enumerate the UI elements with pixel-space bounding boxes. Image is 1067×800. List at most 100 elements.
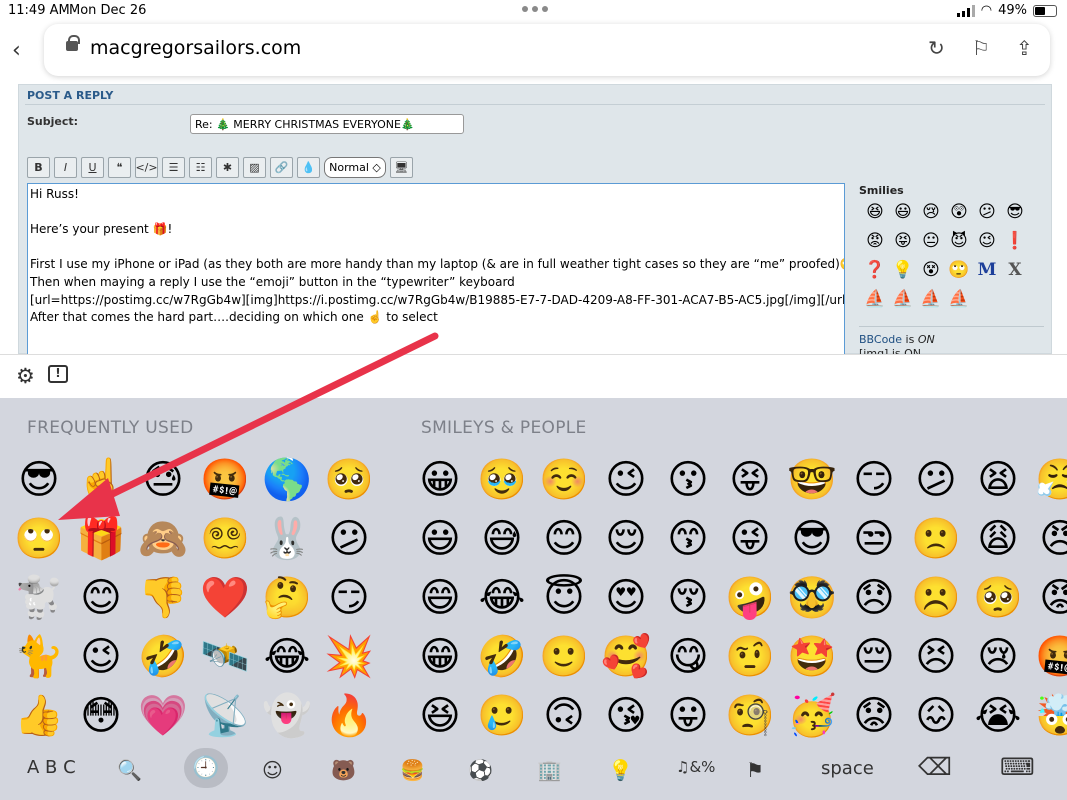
emoji-key[interactable]: 😒 [843, 509, 905, 568]
emoji-key[interactable]: 🤣 [132, 627, 194, 686]
emoji-key[interactable]: 😊 [70, 568, 132, 627]
smiley-item[interactable]: 😃 [889, 199, 917, 225]
feedback-icon[interactable]: ! [48, 365, 68, 383]
emoji-key[interactable]: 😆 [409, 686, 471, 745]
emoji-key[interactable]: 🥹 [471, 450, 533, 509]
emoji-key[interactable]: 😂 [471, 568, 533, 627]
recent-clock-icon[interactable]: 🕘 [184, 748, 228, 788]
emoji-key[interactable]: 🙁 [905, 509, 967, 568]
smiley-item[interactable]: 😕 [973, 199, 1001, 225]
emoji-key[interactable]: 🔥 [318, 686, 380, 745]
emoji-key[interactable]: 🤬 [1029, 627, 1067, 686]
font-color-button[interactable]: 💧 [297, 157, 320, 178]
emoji-key[interactable]: 😕 [905, 450, 967, 509]
emoji-key[interactable]: 🙈 [132, 509, 194, 568]
emoji-key[interactable]: 😋 [657, 627, 719, 686]
emoji-key[interactable]: 😚 [657, 568, 719, 627]
smiley-item[interactable]: 😡 [861, 228, 889, 254]
emoji-key[interactable]: 😠 [1029, 509, 1067, 568]
emoji-key[interactable]: 💗 [132, 686, 194, 745]
animals-category-icon[interactable]: 🐻 [331, 758, 356, 782]
emoji-key[interactable]: 😙 [657, 509, 719, 568]
smiley-item[interactable]: 😵 [917, 257, 945, 283]
smiley-item[interactable]: ❓ [861, 257, 889, 283]
url-text[interactable]: macgregorsailors.com [90, 37, 301, 59]
emoji-key[interactable]: 😌 [595, 509, 657, 568]
emoji-key[interactable]: 🥳 [781, 686, 843, 745]
symbols-category-icon[interactable]: ♫&% [676, 758, 715, 776]
smiley-item[interactable]: 😲 [945, 199, 973, 225]
back-chevron-icon[interactable]: ‹ [12, 38, 21, 63]
emoji-key[interactable]: 🙄 [8, 509, 70, 568]
subject-input[interactable]: Re: 🎄 MERRY CHRISTMAS EVERYONE🎄 [190, 114, 464, 134]
emoji-key[interactable]: 😃 [409, 509, 471, 568]
ordered-list-button[interactable]: ☷ [189, 157, 212, 178]
emoji-key[interactable]: 😝 [719, 450, 781, 509]
emoji-key[interactable]: 🤨 [719, 627, 781, 686]
bold-button[interactable]: B [27, 157, 50, 178]
smiley-item[interactable]: X [1001, 257, 1029, 283]
emoji-key[interactable]: 😞 [843, 568, 905, 627]
emoji-key[interactable]: ❤️ [194, 568, 256, 627]
share-icon[interactable]: ⇪ [1016, 36, 1033, 60]
link-button[interactable]: 🔗 [270, 157, 293, 178]
emoji-key[interactable]: 🥺 [318, 450, 380, 509]
emoji-key[interactable]: 🙂 [533, 627, 595, 686]
smiley-item[interactable]: ⛵ [889, 286, 917, 312]
emoji-key[interactable]: 😩 [967, 509, 1029, 568]
emoji-key[interactable]: 😇 [533, 568, 595, 627]
emoji-key[interactable]: 😓 [132, 450, 194, 509]
emoji-key[interactable]: 😗 [657, 450, 719, 509]
emoji-key[interactable]: 🤔 [256, 568, 318, 627]
emoji-key[interactable]: 😊 [533, 509, 595, 568]
emoji-key[interactable]: 📡 [194, 686, 256, 745]
emoji-key[interactable]: 😡 [1029, 568, 1067, 627]
smiley-item[interactable]: ⛵ [861, 286, 889, 312]
emoji-key[interactable]: 😳 [70, 686, 132, 745]
emoji-key[interactable]: ☺️ [533, 450, 595, 509]
emoji-key[interactable]: 😉 [595, 450, 657, 509]
list-button[interactable]: ☰ [162, 157, 185, 178]
preview-button[interactable]: 🖥 [390, 157, 413, 178]
emoji-key[interactable]: 🐩 [8, 568, 70, 627]
emoji-key[interactable]: 😘 [595, 686, 657, 745]
emoji-key[interactable]: 😫 [967, 450, 1029, 509]
emoji-key[interactable]: 😖 [905, 686, 967, 745]
emoji-key[interactable]: 😎 [781, 509, 843, 568]
objects-category-icon[interactable]: 💡 [608, 758, 633, 782]
smiley-item[interactable]: 😉 [973, 228, 1001, 254]
reload-icon[interactable]: ↻ [928, 36, 945, 60]
emoji-key[interactable]: 😤 [1029, 450, 1067, 509]
underline-button[interactable]: U [81, 157, 104, 178]
emoji-key[interactable]: 😂 [256, 627, 318, 686]
search-icon[interactable]: 🔍 [117, 758, 142, 782]
smiley-item[interactable]: 😝 [889, 228, 917, 254]
emoji-key[interactable]: ☹️ [905, 568, 967, 627]
emoji-key[interactable]: 😅 [471, 509, 533, 568]
emoji-key[interactable]: 🤯 [1029, 686, 1067, 745]
emoji-key[interactable]: 😣 [905, 627, 967, 686]
emoji-key[interactable]: 🌎 [256, 450, 318, 509]
emoji-key[interactable]: 😎 [8, 450, 70, 509]
emoji-key[interactable]: 🤓 [781, 450, 843, 509]
emoji-key[interactable]: 😵‍💫 [194, 509, 256, 568]
smiley-item[interactable]: ⛵ [945, 286, 973, 312]
emoji-key[interactable]: 🤬 [194, 450, 256, 509]
smiley-item[interactable]: 😆 [861, 199, 889, 225]
emoji-key[interactable]: 🧐 [719, 686, 781, 745]
emoji-key[interactable]: 😛 [657, 686, 719, 745]
emoji-key[interactable]: 🥸 [781, 568, 843, 627]
message-textarea[interactable]: Hi Russ! Here’s your present 🎁! First I us… [27, 183, 845, 355]
emoji-key[interactable]: 👎 [132, 568, 194, 627]
multitasking-dots-icon[interactable] [522, 6, 548, 12]
gear-icon[interactable]: ⚙ [16, 364, 35, 388]
smiley-item[interactable]: ⛵ [917, 286, 945, 312]
emoji-key[interactable]: 🤣 [471, 627, 533, 686]
emoji-key[interactable]: 🐰 [256, 509, 318, 568]
emoji-key[interactable]: 😁 [409, 627, 471, 686]
list-item-button[interactable]: ✱ [216, 157, 239, 178]
emoji-key[interactable]: 😀 [409, 450, 471, 509]
emoji-key[interactable]: 😭 [967, 686, 1029, 745]
keyboard-dismiss-icon[interactable]: ⌨ [1000, 753, 1035, 781]
font-size-select[interactable]: Normal ◇ [324, 157, 386, 178]
